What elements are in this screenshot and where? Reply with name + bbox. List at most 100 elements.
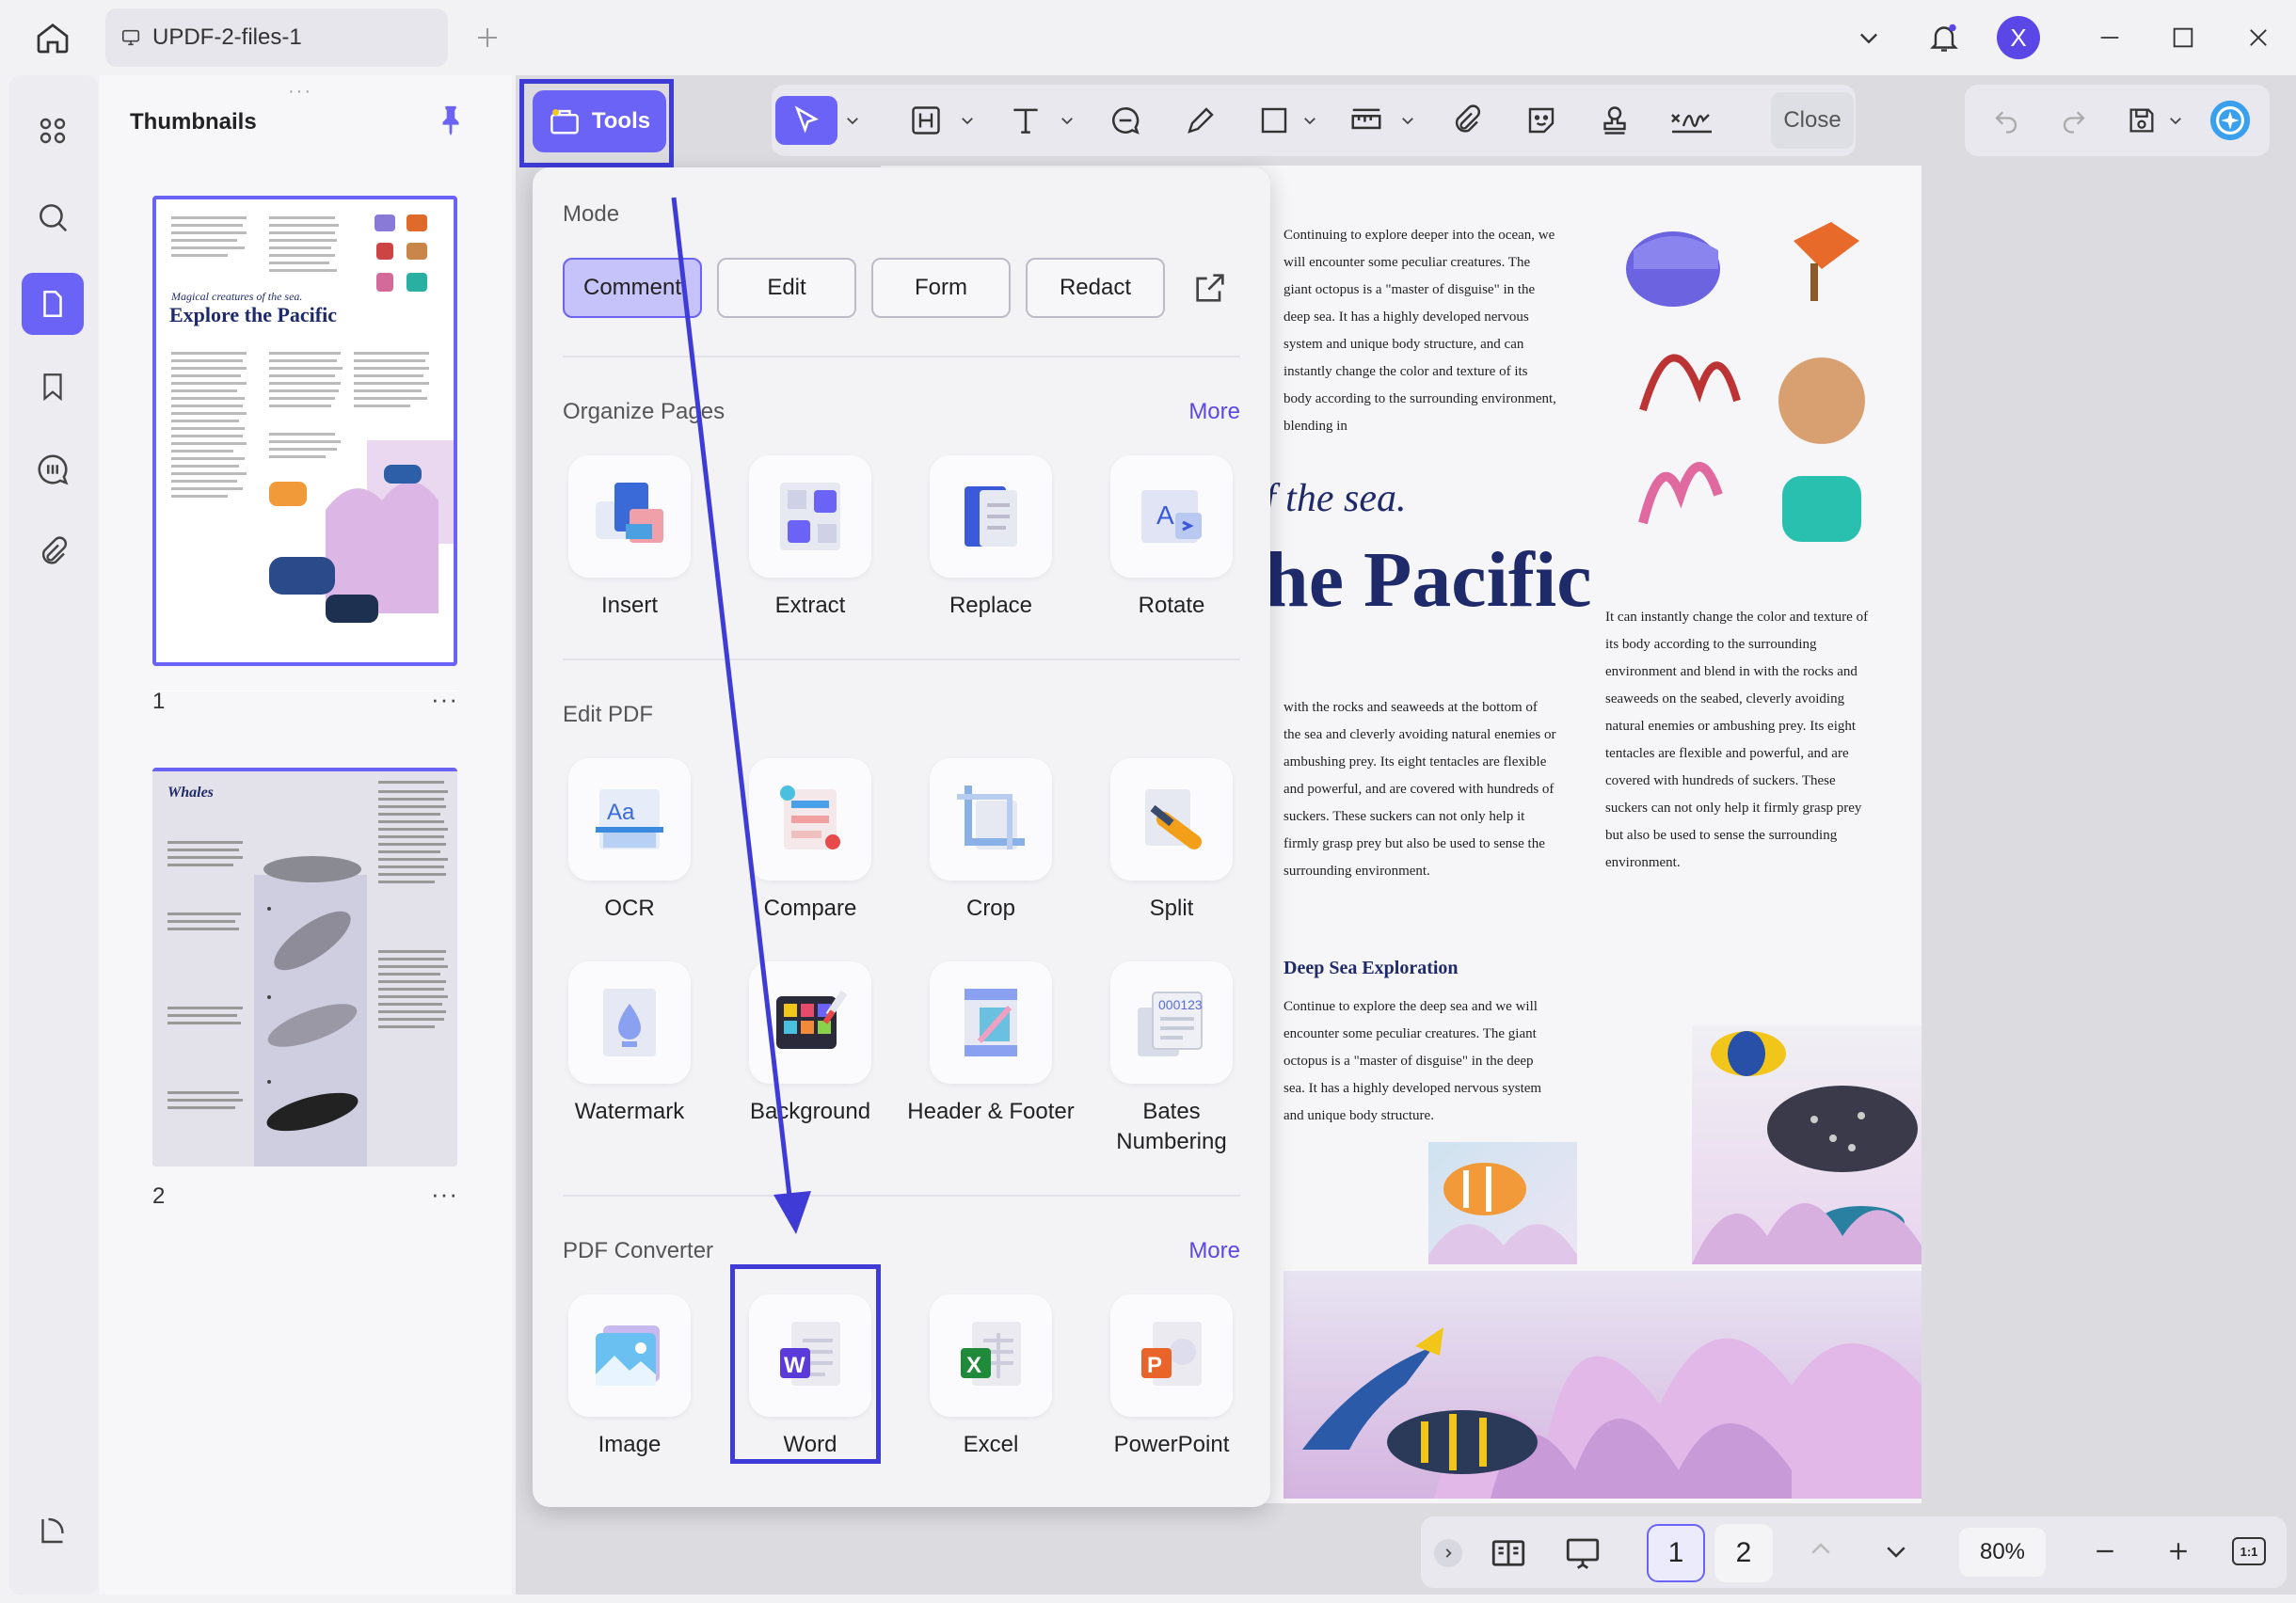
right-toolbar (1965, 85, 2270, 156)
compare-icon (780, 786, 840, 849)
page-heading: he Pacific (1265, 536, 1592, 624)
undo-icon[interactable] (1985, 96, 2027, 145)
tools-highlight-box (519, 79, 674, 167)
chevron-down-icon[interactable] (1056, 96, 1078, 145)
file-tab[interactable]: UPDF-2-files-1 (105, 8, 448, 67)
svg-text:000123: 000123 (1158, 997, 1203, 1012)
zoom-level[interactable]: 80% (1959, 1528, 2046, 1577)
zoom-out-icon[interactable] (2091, 1537, 2119, 1565)
excel-icon: X (961, 1322, 1021, 1386)
actual-size-button[interactable]: 1:1 (2232, 1537, 2266, 1565)
tool-bates-numbering-label: Bates Numbering (1116, 1099, 1227, 1154)
ai-assistant-icon[interactable] (2204, 96, 2256, 145)
convert-to-excel[interactable]: X Excel (907, 1294, 1075, 1460)
chevron-down-icon[interactable] (956, 96, 979, 145)
select-cursor-tool[interactable] (775, 96, 837, 145)
previous-page-icon[interactable] (1807, 1535, 1835, 1563)
maximize-icon[interactable] (2160, 15, 2206, 60)
tool-split[interactable]: Split (1088, 758, 1255, 924)
attach-file-icon[interactable] (1443, 96, 1489, 145)
text-tool-icon[interactable] (1003, 96, 1048, 145)
search-icon[interactable] (22, 186, 84, 248)
measure-ruler-icon[interactable] (1344, 96, 1389, 145)
page-2-button[interactable]: 2 (1714, 1524, 1773, 1582)
panel-drag-handle[interactable]: ··· (288, 81, 312, 103)
page-section-title: Deep Sea Exploration (1284, 958, 1459, 978)
chevron-down-icon[interactable] (841, 96, 864, 145)
tool-header-footer[interactable]: Header & Footer (907, 961, 1075, 1127)
mode-form-button[interactable]: Form (871, 258, 1011, 318)
reading-mode-icon[interactable] (1489, 1533, 1528, 1573)
comment-bubble-icon[interactable] (1103, 96, 1148, 145)
thumbnail-1-more-button[interactable]: ··· (431, 685, 458, 714)
powerpoint-icon: P (1141, 1322, 1202, 1386)
zoom-in-icon[interactable] (2164, 1537, 2192, 1565)
tool-rotate[interactable]: A Rotate (1088, 455, 1255, 621)
next-page-icon[interactable] (1882, 1537, 1910, 1565)
page-thumbnail-2[interactable]: Whales (152, 768, 457, 1167)
presentation-icon[interactable] (1562, 1533, 1603, 1573)
word-highlight-box (730, 1264, 881, 1464)
sticker-icon[interactable] (1519, 96, 1564, 145)
thumbnails-page-icon[interactable] (22, 273, 84, 335)
page-thumbnail-1[interactable]: Magical creatures of the sea. Explore th… (152, 196, 457, 666)
tool-crop[interactable]: Crop (907, 758, 1075, 924)
new-tab-icon[interactable] (465, 15, 510, 60)
stamp-icon[interactable] (1592, 96, 1637, 145)
divider (563, 659, 1240, 660)
page-text-top: Continuing to explore deeper into the oc… (1284, 228, 1556, 434)
chevron-down-icon[interactable] (1299, 96, 1321, 145)
signature-icon[interactable] (1666, 96, 1718, 145)
avatar[interactable]: X (1997, 16, 2040, 59)
tool-replace[interactable]: Replace (907, 455, 1075, 621)
mode-edit-button[interactable]: Edit (717, 258, 856, 318)
notification-bell-icon[interactable] (1921, 15, 1967, 60)
open-external-icon[interactable] (1191, 269, 1229, 307)
save-icon[interactable] (2121, 96, 2162, 145)
tool-ocr[interactable]: Aa OCR (546, 758, 713, 924)
minimize-icon[interactable] (2087, 15, 2132, 60)
organize-more-link[interactable]: More (1188, 399, 1240, 425)
organize-grid-icon[interactable] (22, 100, 84, 162)
comment-list-icon[interactable] (22, 438, 84, 500)
fish-photo-clownfish (1428, 1142, 1577, 1264)
tool-bates-numbering[interactable]: 000123 Bates Numbering (1088, 961, 1255, 1157)
thumbnail-1-number: 1 (152, 689, 166, 714)
tool-insert[interactable]: Insert (546, 455, 713, 621)
tool-header-footer-label: Header & Footer (907, 1099, 1075, 1124)
extract-icon (780, 483, 840, 550)
tool-watermark[interactable]: Watermark (546, 961, 713, 1127)
tool-compare[interactable]: Compare (726, 758, 894, 924)
chevron-down-icon[interactable] (2164, 96, 2187, 145)
close-window-icon[interactable] (2236, 15, 2281, 60)
pin-icon[interactable] (435, 102, 467, 137)
page-text-right: It can instantly change the color and te… (1605, 610, 1869, 870)
rectangle-shape-icon[interactable] (1252, 96, 1297, 145)
expand-chevron-icon[interactable] (1434, 1539, 1462, 1567)
fish-photo-pufferfish (1692, 1025, 1921, 1264)
attachment-icon[interactable] (22, 521, 84, 583)
page-1-button[interactable]: 1 (1647, 1524, 1705, 1582)
bookmark-icon[interactable] (22, 356, 84, 418)
page-text-middle: with the rocks and seaweeds at the botto… (1284, 700, 1556, 879)
mode-redact-button[interactable]: Redact (1026, 258, 1165, 318)
chevron-down-icon[interactable] (1396, 96, 1419, 145)
tool-extract[interactable]: Extract (726, 455, 894, 621)
redo-icon[interactable] (2053, 96, 2095, 145)
thumbnail-2-more-button[interactable]: ··· (431, 1180, 458, 1209)
close-tools-button[interactable]: Close (1771, 92, 1854, 149)
highlight-text-icon[interactable] (903, 96, 949, 145)
tool-background[interactable]: Background (726, 961, 894, 1127)
converter-more-link[interactable]: More (1188, 1238, 1240, 1264)
chevron-down-icon[interactable] (1846, 15, 1891, 60)
convert-to-image[interactable]: Image (546, 1294, 713, 1460)
convert-to-excel-label: Excel (963, 1432, 1019, 1457)
split-icon (1145, 789, 1202, 849)
home-icon[interactable] (30, 15, 75, 60)
convert-to-powerpoint[interactable]: P PowerPoint (1088, 1294, 1255, 1460)
thumbnails-panel: ··· Thumbnails Magical creatures of the … (100, 75, 512, 1595)
tool-split-label: Split (1149, 896, 1194, 921)
sidebar-toggle-icon[interactable] (22, 1500, 84, 1562)
mode-comment-button[interactable]: Comment (563, 258, 702, 318)
pencil-draw-icon[interactable] (1178, 96, 1223, 145)
